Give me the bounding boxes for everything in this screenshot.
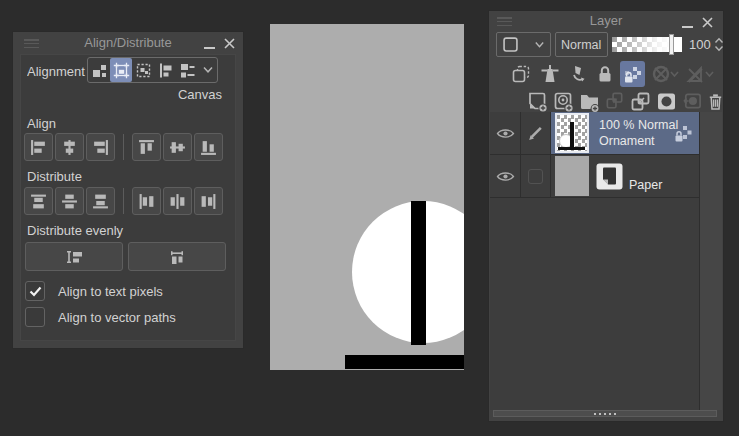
align-to-objects-button[interactable] <box>88 58 110 82</box>
layer-row-ornament[interactable]: 100 % Normal Ornament <box>490 112 699 155</box>
align-to-multiple-objects-button[interactable] <box>176 58 198 82</box>
layer-list: 100 % Normal Ornament Paper <box>490 112 700 410</box>
align-to-vector-paths-label: Align to vector paths <box>58 310 176 325</box>
align-group-divider <box>123 134 124 160</box>
ruler-visibility-button[interactable] <box>685 63 716 85</box>
new-folder-button[interactable] <box>577 90 601 113</box>
new-raster-layer-button[interactable] <box>525 90 549 113</box>
align-vertical-center-button[interactable] <box>163 133 192 161</box>
blend-mode-dropdown[interactable]: Normal <box>555 32 608 57</box>
align-to-selection-button[interactable] <box>132 58 154 82</box>
opacity-slider[interactable] <box>612 37 682 52</box>
layer-visibility-cell[interactable] <box>490 155 521 197</box>
layer-palette-color-dropdown[interactable] <box>496 32 551 57</box>
close-icon[interactable] <box>224 38 235 49</box>
black-vertical-bar <box>411 201 426 345</box>
pencil-icon <box>527 125 544 142</box>
align-panel-titlebar[interactable]: Align/Distribute <box>13 32 243 54</box>
opacity-value: 100 <box>689 37 711 52</box>
align-panel-content: Alignment ba Canvas Align <box>20 54 236 341</box>
eye-icon <box>496 127 515 140</box>
reference-layer-button[interactable] <box>538 63 563 85</box>
minimize-icon[interactable] <box>682 26 693 28</box>
distribute-vertical-center-button[interactable] <box>55 187 84 215</box>
transfer-to-lower-layer-button[interactable] <box>603 90 626 112</box>
close-icon[interactable] <box>702 17 713 28</box>
align-section-label: Align <box>27 116 56 131</box>
chevron-down-icon <box>535 42 544 48</box>
eye-icon <box>496 170 515 183</box>
paper-icon <box>596 163 623 190</box>
layer-name: Paper <box>629 177 662 193</box>
alignment-base-value: Canvas <box>178 87 222 102</box>
alignment-base-toolbar <box>87 57 218 83</box>
align-to-text-pixels-checkbox[interactable] <box>25 281 45 301</box>
create-layer-mask-button[interactable] <box>654 90 678 113</box>
align-to-text-pixels-label: Align to text pixels <box>58 284 163 299</box>
edit-target-box <box>528 169 543 184</box>
layer-name: Ornament <box>599 133 678 149</box>
distribute-group-divider <box>123 188 124 214</box>
opacity-stepper[interactable] <box>714 36 724 53</box>
layer-panel-titlebar[interactable]: Layer <box>489 11 723 31</box>
layer-color-icon <box>503 37 518 52</box>
draft-layer-button[interactable] <box>566 63 591 85</box>
alpha-lock-badge-icon <box>673 124 693 144</box>
blend-mode-value: Normal <box>561 38 601 52</box>
distribute-horizontal-center-button[interactable] <box>163 187 192 215</box>
align-to-transform-frame-button[interactable] <box>110 58 132 82</box>
minimize-icon[interactable] <box>204 47 215 49</box>
distribute-right-button[interactable] <box>194 187 223 215</box>
distribute-left-button[interactable] <box>132 187 161 215</box>
align-to-guide-button[interactable] <box>154 58 176 82</box>
layer-list-scrollbar[interactable] <box>700 112 722 410</box>
layer-panel-hscrollbar[interactable] <box>493 410 717 417</box>
alignment-base-label: Alignment ba <box>27 64 89 79</box>
chevron-down-icon <box>601 42 602 48</box>
apply-mask-button[interactable] <box>680 90 703 112</box>
distribute-section-label: Distribute <box>27 169 82 184</box>
distribute-top-button[interactable] <box>24 187 53 215</box>
align-horizontal-center-button[interactable] <box>55 133 84 161</box>
alignment-base-dropdown-chevron[interactable] <box>198 58 217 82</box>
distribute-evenly-section-label: Distribute evenly <box>27 223 123 238</box>
layer-edit-cell[interactable] <box>521 112 551 154</box>
enable-mask-button[interactable] <box>649 63 680 85</box>
distribute-evenly-vertical-button[interactable] <box>25 242 123 271</box>
layer-info: 100 % Normal <box>599 117 678 133</box>
layer-thumbnail[interactable] <box>555 156 589 196</box>
distribute-evenly-horizontal-button[interactable] <box>128 242 226 271</box>
black-horizontal-bar <box>345 355 464 369</box>
white-circle <box>352 201 464 343</box>
delete-layer-button[interactable] <box>705 91 725 112</box>
align-bottom-button[interactable] <box>194 133 223 161</box>
layer-panel: Layer Normal 100 <box>489 11 723 421</box>
lock-transparent-pixels-button[interactable] <box>620 61 646 87</box>
distribute-bottom-button[interactable] <box>86 187 115 215</box>
align-distribute-panel: Align/Distribute Alignment ba <box>13 32 243 348</box>
align-left-button[interactable] <box>24 133 53 161</box>
align-top-button[interactable] <box>132 133 161 161</box>
merge-to-lower-layer-button[interactable] <box>628 90 652 113</box>
layer-visibility-cell[interactable] <box>490 112 521 154</box>
new-vector-layer-button[interactable] <box>551 90 575 113</box>
layer-row-paper[interactable]: Paper <box>490 155 699 198</box>
opacity-slider-handle[interactable] <box>670 35 673 54</box>
align-right-button[interactable] <box>86 133 115 161</box>
align-to-vector-paths-checkbox[interactable] <box>25 307 45 327</box>
canvas[interactable] <box>270 24 464 370</box>
layer-edit-cell[interactable] <box>521 155 551 197</box>
lock-layer-button[interactable] <box>595 64 616 84</box>
clip-to-layer-below-button[interactable] <box>509 63 534 85</box>
layer-thumbnail[interactable] <box>555 113 589 153</box>
